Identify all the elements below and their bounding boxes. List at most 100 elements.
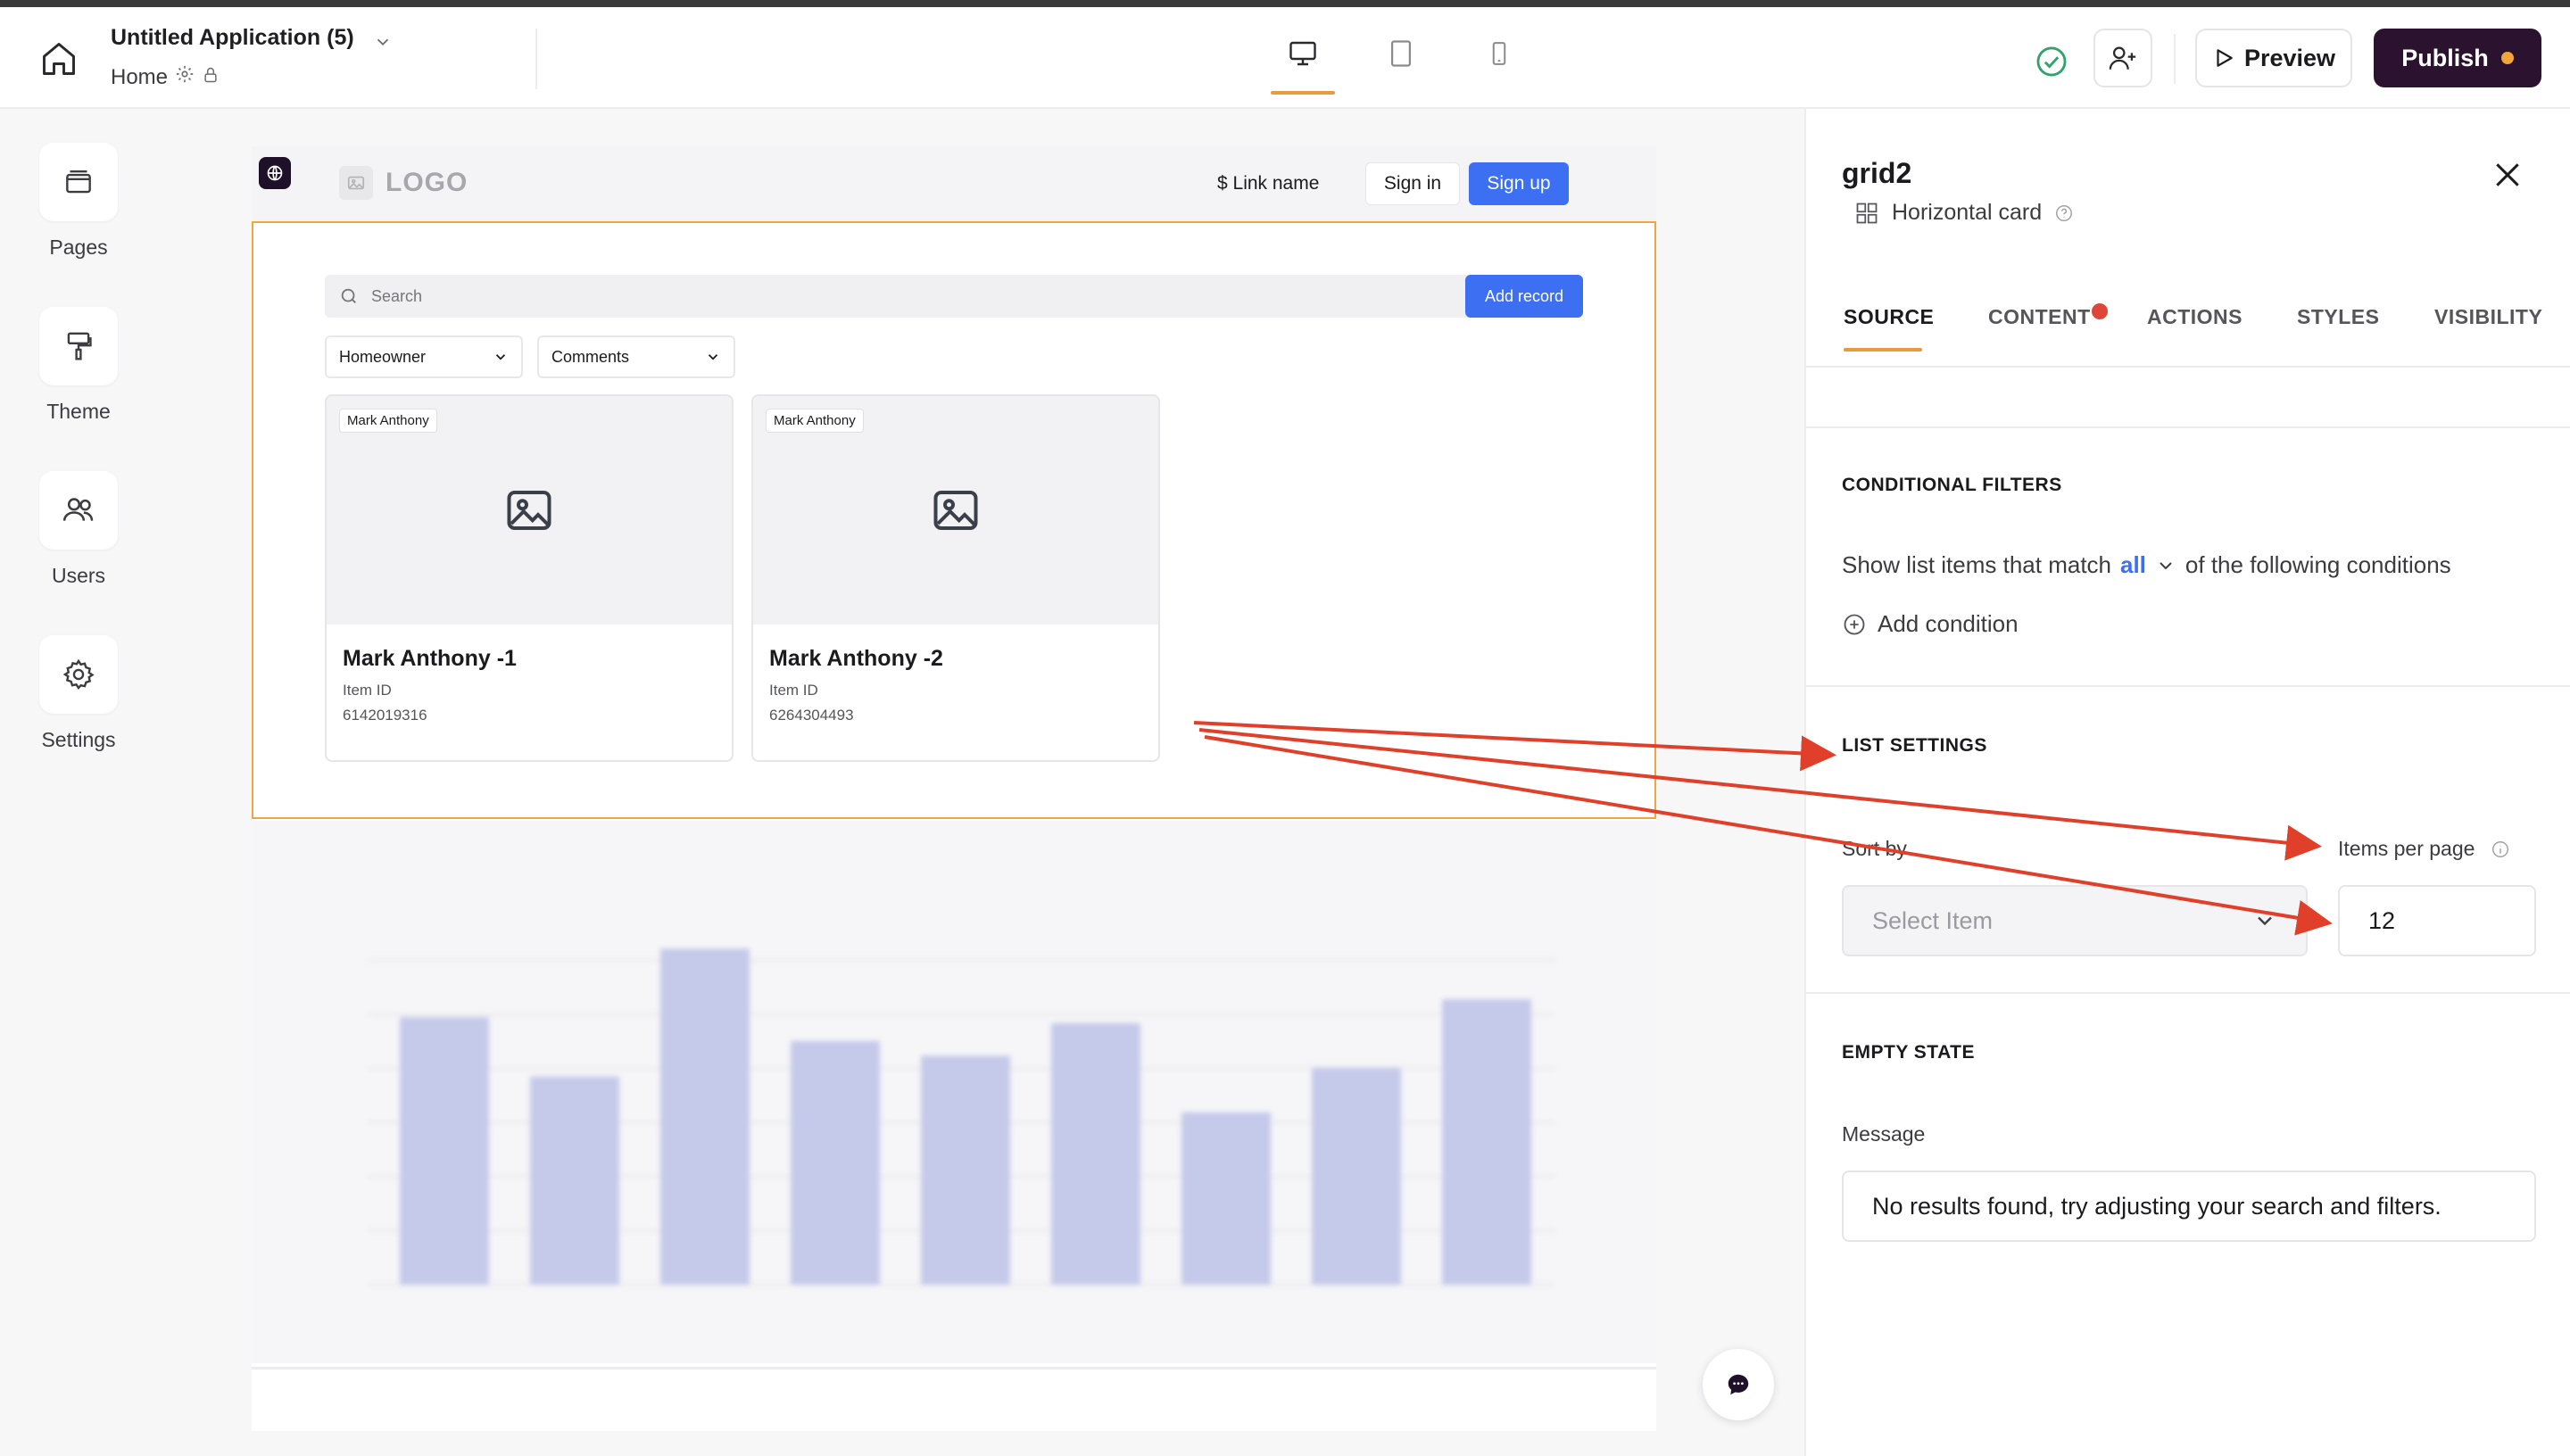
- empty-state-heading: EMPTY STATE: [1842, 1042, 1976, 1063]
- rail-item-theme[interactable]: Theme: [39, 307, 118, 423]
- desktop-icon: [1289, 41, 1316, 66]
- app-title[interactable]: Untitled Application (5): [111, 25, 354, 51]
- items-per-page-input[interactable]: 12: [2338, 885, 2536, 956]
- image-placeholder-icon: [339, 166, 373, 200]
- rail-item-users[interactable]: Users: [39, 471, 118, 587]
- sort-by-select[interactable]: Select Item: [1842, 885, 2308, 956]
- mobile-icon: [1492, 42, 1506, 65]
- card-id-value: 6264304493: [769, 707, 854, 724]
- items-per-page-label-row: Items per page: [2338, 837, 2510, 861]
- filter-comments[interactable]: Comments: [537, 335, 735, 378]
- add-record-button[interactable]: Add record: [1465, 275, 1583, 318]
- filter-homeowner[interactable]: Homeowner: [325, 335, 523, 378]
- chart-bar: [1051, 1022, 1140, 1285]
- filter-label: Homeowner: [339, 347, 427, 366]
- filter-prefix: Show list items that match: [1842, 551, 2111, 578]
- rail-item-settings[interactable]: Settings: [39, 635, 118, 751]
- component-name[interactable]: grid2: [1842, 157, 1911, 190]
- chat-button[interactable]: [1703, 1349, 1774, 1420]
- page-selector[interactable]: Home: [111, 64, 220, 90]
- check-circle-icon: [2035, 45, 2068, 83]
- gear-icon[interactable]: [39, 635, 118, 714]
- gear-icon: [175, 64, 195, 90]
- rail-label-users: Users: [51, 564, 106, 587]
- search-placeholder: Search: [371, 286, 423, 305]
- card-id-value: 6142019316: [343, 707, 427, 724]
- card-id-label: Item ID: [343, 682, 392, 699]
- card-id-label: Item ID: [769, 682, 818, 699]
- invite-user-button[interactable]: [2093, 29, 2152, 87]
- filter-suffix: of the following conditions: [2184, 551, 2451, 578]
- chart-bar: [921, 1055, 1010, 1285]
- info-icon: [2492, 840, 2509, 857]
- chart-component[interactable]: [252, 821, 1656, 1363]
- content-badge-dot: [2092, 303, 2108, 319]
- tab-styles[interactable]: STYLES: [2297, 305, 2379, 329]
- list-settings-heading: LIST SETTINGS: [1842, 735, 1987, 756]
- filter-label: Comments: [551, 347, 630, 366]
- chevron-down-icon[interactable]: [2155, 555, 2176, 576]
- match-mode-select[interactable]: all: [2120, 551, 2146, 579]
- publish-button[interactable]: Publish: [2374, 29, 2541, 87]
- paint-roller-icon[interactable]: [39, 307, 118, 385]
- properties-panel: grid2 Horizontal card SOURCE CONTENT ACT…: [1804, 109, 2570, 1456]
- chevron-down-icon: [708, 354, 718, 360]
- header-divider-2: [2174, 34, 2176, 84]
- add-condition-button[interactable]: Add condition: [1842, 610, 2019, 638]
- device-switcher: [1271, 37, 1531, 95]
- sort-by-label: Sort by: [1842, 837, 1907, 860]
- rail-label-theme: Theme: [46, 400, 111, 423]
- card-tag: Mark Anthony: [339, 409, 437, 433]
- image-icon: [933, 491, 978, 530]
- search-icon: [341, 288, 356, 303]
- chart-bar: [400, 1017, 489, 1285]
- site-logo[interactable]: LOGO: [339, 166, 468, 200]
- chevron-down-icon: [2258, 916, 2272, 926]
- sign-in-button[interactable]: Sign in: [1365, 162, 1460, 205]
- rail-item-pages[interactable]: Pages: [39, 143, 118, 259]
- card-title: Mark Anthony -1: [343, 646, 517, 671]
- pages-icon[interactable]: [39, 143, 118, 221]
- tablet-view-button[interactable]: [1369, 37, 1433, 93]
- tab-content[interactable]: CONTENT: [1988, 305, 2091, 329]
- chart-bar: [530, 1076, 619, 1285]
- rail-label-pages: Pages: [49, 236, 108, 259]
- top-header: Untitled Application (5) Home Preview Pu…: [0, 7, 2570, 109]
- globe-icon[interactable]: [259, 157, 291, 189]
- list-item[interactable]: Mark Anthony Mark Anthony -2 Item ID 626…: [751, 394, 1160, 762]
- page-canvas: LOGO $ Link name Sign in Sign up Search …: [252, 146, 1656, 1431]
- mobile-view-button[interactable]: [1467, 37, 1531, 93]
- nav-link[interactable]: $ Link name: [1217, 173, 1319, 194]
- preview-button[interactable]: Preview: [2195, 29, 2352, 87]
- home-icon[interactable]: [39, 39, 79, 79]
- tab-source[interactable]: SOURCE: [1844, 305, 1934, 352]
- panel-tabs: SOURCE CONTENT ACTIONS STYLES VISIBILITY: [1806, 303, 2570, 368]
- filter-match-row: Show list items that match all of the fo…: [1842, 551, 2451, 579]
- search-input[interactable]: Search: [325, 275, 1510, 318]
- close-icon[interactable]: [2490, 157, 2525, 197]
- rail-label-settings: Settings: [41, 728, 116, 751]
- users-icon[interactable]: [39, 471, 118, 550]
- card-title: Mark Anthony -2: [769, 646, 943, 671]
- grid2-component[interactable]: Search Add record Homeowner Comments Mar…: [252, 221, 1656, 819]
- tablet-icon: [1390, 40, 1412, 67]
- desktop-view-button[interactable]: [1271, 37, 1335, 95]
- list-item[interactable]: Mark Anthony Mark Anthony -1 Item ID 614…: [325, 394, 734, 762]
- site-navbar[interactable]: LOGO $ Link name Sign in Sign up: [252, 146, 1656, 221]
- page-name: Home: [111, 64, 169, 89]
- tab-visibility[interactable]: VISIBILITY: [2434, 305, 2542, 329]
- tab-actions[interactable]: ACTIONS: [2147, 305, 2243, 329]
- chevron-down-icon[interactable]: [373, 32, 393, 56]
- preview-label: Preview: [2243, 44, 2336, 71]
- sign-up-button[interactable]: Sign up: [1469, 162, 1569, 205]
- canvas-next-section[interactable]: [252, 1367, 1656, 1431]
- empty-message-input[interactable]: No results found, try adjusting your sea…: [1842, 1171, 2536, 1242]
- component-type: Horizontal card: [1854, 200, 2074, 226]
- play-icon: [2217, 49, 2233, 67]
- section-divider: [1806, 426, 2570, 428]
- chart-bar: [1312, 1067, 1401, 1285]
- component-type-label: Horizontal card: [1892, 200, 2043, 225]
- chart-bar: [791, 1040, 880, 1285]
- sort-by-placeholder: Select Item: [1872, 906, 1994, 934]
- add-condition-label: Add condition: [1878, 610, 2019, 637]
